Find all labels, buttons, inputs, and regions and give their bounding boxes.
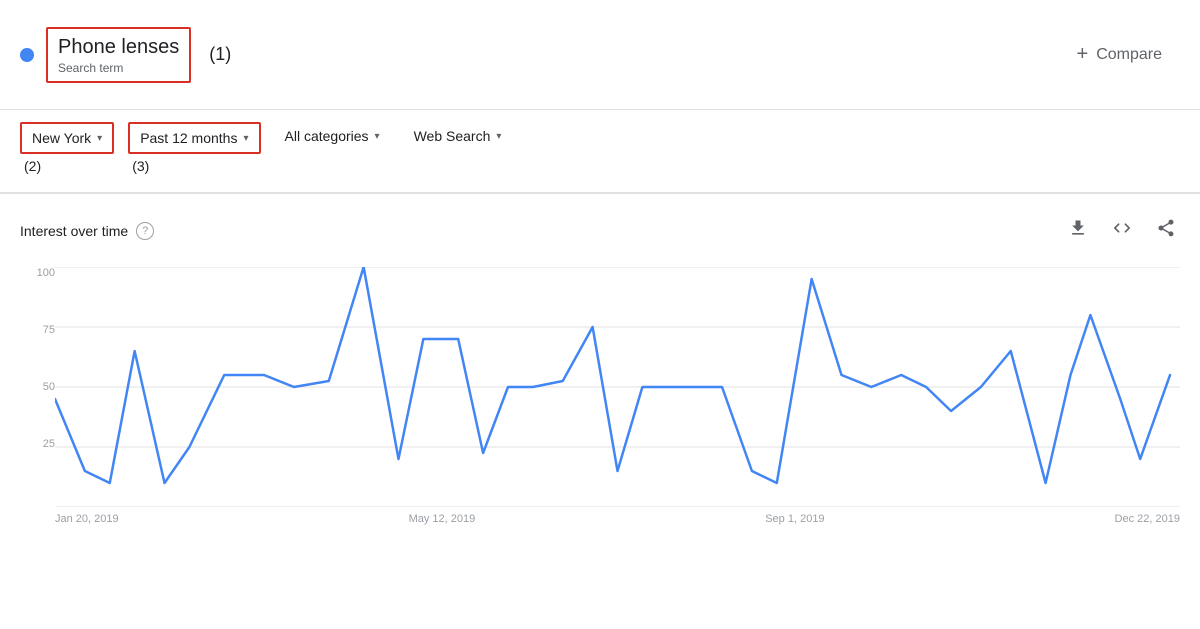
chart-title: Interest over time bbox=[20, 223, 128, 239]
location-filter-button[interactable]: New York ▾ bbox=[20, 122, 114, 154]
x-label-sep: Sep 1, 2019 bbox=[765, 513, 824, 525]
help-icon[interactable]: ? bbox=[136, 222, 154, 240]
chart-line bbox=[55, 267, 1170, 483]
categories-label: All categories bbox=[285, 128, 369, 144]
search-type-filter-group: Web Search ▾ bbox=[404, 122, 512, 150]
term-subtitle: Search term bbox=[58, 61, 179, 75]
x-label-dec: Dec 22, 2019 bbox=[1115, 513, 1180, 525]
download-button[interactable] bbox=[1064, 214, 1092, 247]
time-range-chevron-icon: ▾ bbox=[243, 133, 248, 144]
search-term-block: Phone lenses Search term (1) bbox=[20, 27, 231, 83]
time-range-num: (3) bbox=[128, 158, 149, 174]
time-range-label: Past 12 months bbox=[140, 130, 237, 146]
location-label: New York bbox=[32, 130, 91, 146]
chart-actions bbox=[1064, 214, 1180, 247]
y-label-100: 100 bbox=[20, 267, 55, 279]
header: Phone lenses Search term (1) + Compare bbox=[0, 0, 1200, 110]
time-range-filter-button[interactable]: Past 12 months ▾ bbox=[128, 122, 260, 154]
categories-filter-button[interactable]: All categories ▾ bbox=[275, 122, 390, 150]
search-type-filter-button[interactable]: Web Search ▾ bbox=[404, 122, 512, 150]
location-chevron-icon: ▾ bbox=[97, 133, 102, 144]
compare-label: Compare bbox=[1096, 46, 1162, 64]
location-num: (2) bbox=[20, 158, 41, 174]
filters-row: New York ▾ (2) Past 12 months ▾ (3) All … bbox=[0, 110, 1200, 194]
embed-button[interactable] bbox=[1108, 214, 1136, 247]
compare-button[interactable]: + Compare bbox=[1059, 33, 1181, 76]
share-button[interactable] bbox=[1152, 214, 1180, 247]
chart-section: Interest over time ? 100 75 50 25 0 bbox=[0, 194, 1200, 535]
categories-chevron-icon: ▾ bbox=[375, 131, 380, 142]
categories-filter-group: All categories ▾ bbox=[275, 122, 390, 150]
x-label-jan: Jan 20, 2019 bbox=[55, 513, 119, 525]
chart-title-group: Interest over time ? bbox=[20, 222, 154, 240]
location-filter-group: New York ▾ (2) bbox=[20, 122, 114, 174]
search-type-chevron-icon: ▾ bbox=[496, 131, 501, 142]
y-label-50: 50 bbox=[20, 381, 55, 393]
chart-header: Interest over time ? bbox=[20, 214, 1180, 247]
term-dot bbox=[20, 48, 34, 62]
term-box[interactable]: Phone lenses Search term bbox=[46, 27, 191, 83]
time-range-filter-group: Past 12 months ▾ (3) bbox=[128, 122, 260, 174]
term-title: Phone lenses bbox=[58, 35, 179, 59]
term-label-num: (1) bbox=[209, 44, 231, 65]
y-label-75: 75 bbox=[20, 324, 55, 336]
plus-icon: + bbox=[1077, 43, 1089, 66]
y-label-25: 25 bbox=[20, 438, 55, 450]
x-label-may: May 12, 2019 bbox=[409, 513, 476, 525]
search-type-label: Web Search bbox=[414, 128, 491, 144]
trend-chart bbox=[55, 267, 1180, 507]
